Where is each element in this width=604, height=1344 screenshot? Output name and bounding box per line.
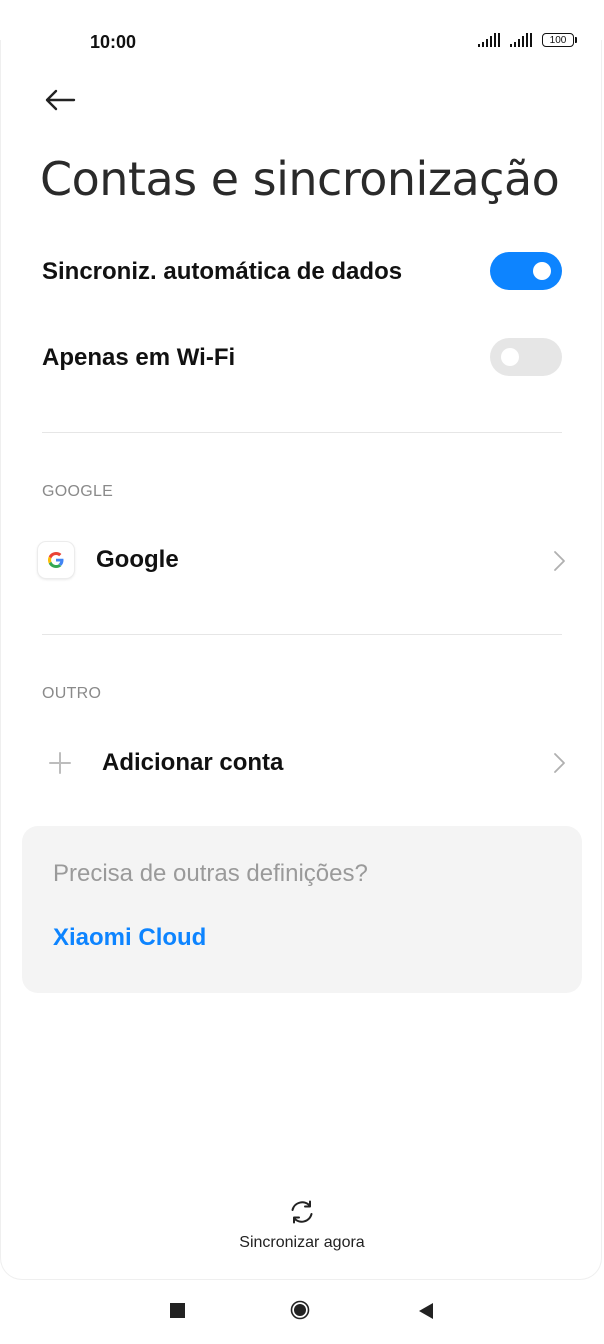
card-question: Precisa de outras definições? xyxy=(53,860,368,887)
home-icon[interactable] xyxy=(290,1300,310,1320)
section-header-other: OUTRO xyxy=(42,685,102,702)
xiaomi-cloud-link[interactable]: Xiaomi Cloud xyxy=(53,924,206,952)
sync-now-label: Sincronizar agora xyxy=(239,1234,365,1251)
signal-icon xyxy=(478,33,500,47)
toggle-knob xyxy=(533,262,551,280)
battery-icon: 100 xyxy=(542,33,577,47)
screen-frame xyxy=(0,40,602,1280)
sync-now-button[interactable]: Sincronizar agora xyxy=(222,1196,382,1258)
divider xyxy=(42,432,562,433)
section-header-google: GOOGLE xyxy=(42,483,114,500)
back-triangle-icon[interactable] xyxy=(418,1302,434,1320)
google-logo-icon xyxy=(38,542,74,578)
chevron-right-icon xyxy=(554,753,565,773)
add-account-label: Adicionar conta xyxy=(102,749,284,776)
google-account-row[interactable]: Google xyxy=(0,526,604,596)
wifi-only-label: Apenas em Wi-Fi xyxy=(42,344,236,371)
signal-icon xyxy=(510,33,532,47)
google-account-label: Google xyxy=(96,546,179,573)
plus-icon xyxy=(49,752,71,774)
other-settings-card: Precisa de outras definições? Xiaomi Clo… xyxy=(22,826,582,993)
recent-apps-icon[interactable] xyxy=(170,1303,185,1318)
auto-sync-toggle[interactable] xyxy=(490,252,562,290)
status-icons: 100 xyxy=(478,33,577,47)
status-time: 10:00 xyxy=(90,32,137,52)
divider xyxy=(42,634,562,635)
page-title: Contas e sincronização xyxy=(40,152,560,206)
add-account-row[interactable]: Adicionar conta xyxy=(0,728,604,798)
sync-icon xyxy=(291,1200,313,1224)
wifi-only-toggle[interactable] xyxy=(490,338,562,376)
chevron-right-icon xyxy=(554,551,565,571)
toggle-knob xyxy=(501,348,519,366)
back-arrow-icon[interactable] xyxy=(40,84,80,116)
auto-sync-label: Sincroniz. automática de dados xyxy=(42,258,403,285)
screen: 10:00 100 Contas e sincronização Sincron… xyxy=(0,0,604,1344)
